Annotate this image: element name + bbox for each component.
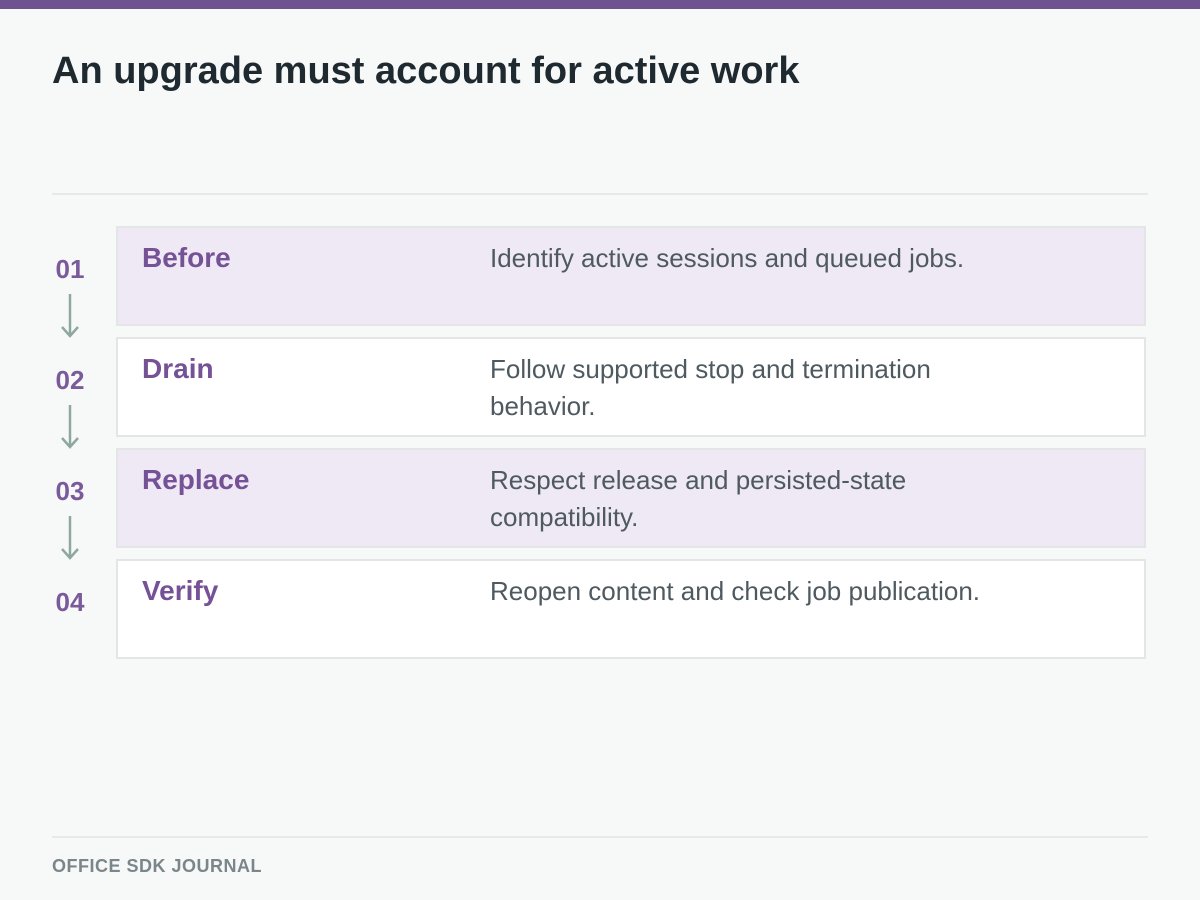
top-divider xyxy=(52,193,1148,195)
step-number: 02 xyxy=(55,365,85,395)
arrow-down-icon xyxy=(61,294,79,338)
step-label: Verify xyxy=(142,575,219,606)
step-row: 03 Replace Respect release and persisted… xyxy=(52,448,1148,560)
step-card: Before Identify active sessions and queu… xyxy=(116,226,1146,326)
step-card: Replace Respect release and persisted-st… xyxy=(116,448,1146,548)
step-description: Follow supported stop and termination be… xyxy=(490,354,931,421)
footer-brand: OFFICE SDK JOURNAL xyxy=(52,856,263,876)
step-label: Drain xyxy=(142,353,214,384)
bottom-divider xyxy=(52,836,1148,838)
arrow-down-icon xyxy=(61,405,79,449)
step-row: 02 Drain Follow supported stop and termi… xyxy=(52,337,1148,449)
step-description: Identify active sessions and queued jobs… xyxy=(490,243,965,273)
step-label: Before xyxy=(142,242,231,273)
arrow-down-icon xyxy=(61,516,79,560)
page-title: An upgrade must account for active work xyxy=(52,50,800,92)
step-card: Drain Follow supported stop and terminat… xyxy=(116,337,1146,437)
step-card: Verify Reopen content and check job publ… xyxy=(116,559,1146,659)
step-number: 03 xyxy=(55,476,85,506)
step-description: Reopen content and check job publication… xyxy=(490,576,981,606)
step-list: 01 Before Identify active sessions and q… xyxy=(52,226,1148,670)
step-description: Respect release and persisted-state comp… xyxy=(490,465,907,532)
step-number: 04 xyxy=(55,587,85,617)
step-number: 01 xyxy=(55,254,85,284)
step-row: 04 Verify Reopen content and check job p… xyxy=(52,559,1148,662)
step-row: 01 Before Identify active sessions and q… xyxy=(52,226,1148,338)
step-label: Replace xyxy=(142,464,250,495)
top-accent-bar xyxy=(0,0,1200,9)
